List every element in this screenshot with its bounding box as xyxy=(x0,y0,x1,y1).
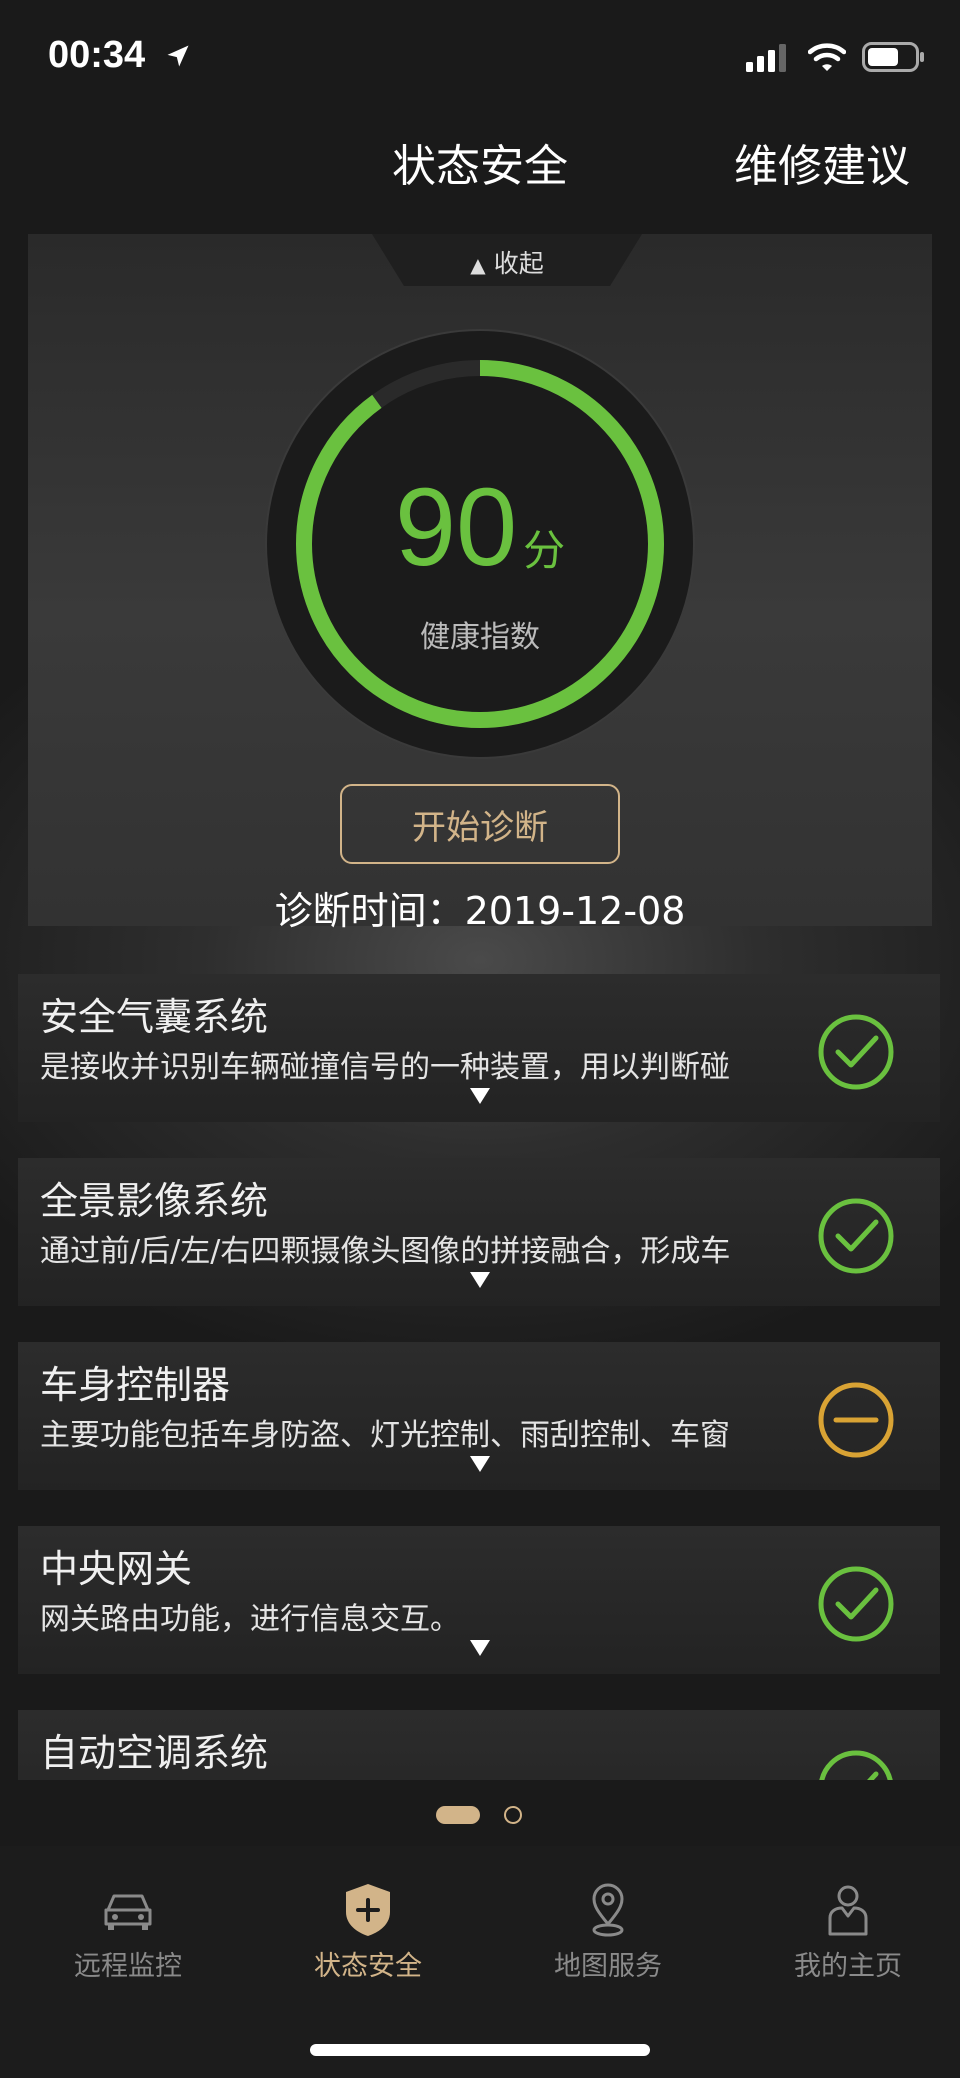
score-label: 健康指数 xyxy=(420,620,540,655)
map-pin-icon xyxy=(592,1883,624,1937)
system-item-gateway[interactable]: 中央网关 网关路由功能，进行信息交互。 xyxy=(18,1526,940,1674)
system-name: 全景影像系统 xyxy=(40,1179,269,1223)
expand-arrow-icon[interactable] xyxy=(470,1640,490,1656)
tab-label: 我的主页 xyxy=(794,1951,902,1982)
tab-map-service[interactable]: 地图服务 xyxy=(488,1880,728,1990)
system-name: 自动空调系统 xyxy=(40,1731,269,1775)
status-time: 00:34 xyxy=(48,34,146,76)
signal-icon xyxy=(746,44,786,72)
battery-icon xyxy=(862,42,924,72)
location-arrow-icon xyxy=(167,45,189,67)
app-screen: 00:34 状态安全 维修建议 ▲ 收起 90 分 健康指数 开始诊断 诊断时间… xyxy=(0,0,960,2078)
status-ok-icon xyxy=(818,1198,894,1274)
status-bar: 00:34 xyxy=(0,0,960,110)
page-indicator xyxy=(0,1800,960,1830)
status-ok-icon xyxy=(818,1566,894,1642)
system-item-climate[interactable]: 自动空调系统 xyxy=(18,1710,940,1780)
expand-arrow-icon[interactable] xyxy=(470,1088,490,1104)
score-unit: 分 xyxy=(523,527,566,574)
shield-plus-icon xyxy=(346,1884,390,1936)
system-list[interactable]: 安全气囊系统 是接收并识别车辆碰撞信号的一种装置，用以判断碰 全景影像系统 通过… xyxy=(0,960,960,1780)
tab-label: 地图服务 xyxy=(554,1951,662,1982)
score-value: 90 分 xyxy=(264,464,696,591)
wifi-icon xyxy=(808,43,846,71)
system-desc: 网关路由功能，进行信息交互。 xyxy=(40,1602,460,1637)
system-desc: 主要功能包括车身防盗、灯光控制、雨刮控制、车窗 xyxy=(40,1418,730,1453)
system-item-body-controller[interactable]: 车身控制器 主要功能包括车身防盗、灯光控制、雨刮控制、车窗 xyxy=(18,1342,940,1490)
page-dot[interactable] xyxy=(504,1806,522,1824)
system-desc: 是接收并识别车辆碰撞信号的一种装置，用以判断碰 xyxy=(40,1050,730,1085)
user-icon xyxy=(828,1885,868,1936)
diagnosis-time: 诊断时间：2019-12-08 xyxy=(274,889,686,933)
tab-my-home[interactable]: 我的主页 xyxy=(728,1880,960,1990)
collapse-label: ▲ 收起 xyxy=(372,244,642,280)
system-name: 中央网关 xyxy=(40,1547,193,1591)
status-warning-icon xyxy=(818,1382,894,1458)
system-item-panorama[interactable]: 全景影像系统 通过前/后/左/右四颗摄像头图像的拼接融合，形成车 xyxy=(18,1158,940,1306)
tab-label: 远程监控 xyxy=(74,1951,182,1982)
status-ok-icon xyxy=(819,1750,893,1780)
triangle-up-icon: ▲ xyxy=(470,253,486,277)
system-name: 车身控制器 xyxy=(40,1363,231,1407)
health-score-card: ▲ 收起 90 分 健康指数 开始诊断 诊断时间：2019-12-08 xyxy=(28,234,932,933)
score-number: 90 xyxy=(394,466,518,589)
expand-arrow-icon[interactable] xyxy=(470,1456,490,1472)
status-ok-icon xyxy=(818,1014,894,1090)
tab-status-safety[interactable]: 状态安全 xyxy=(248,1880,488,1990)
tab-remote-monitor[interactable]: 远程监控 xyxy=(8,1880,248,1990)
system-item-airbag[interactable]: 安全气囊系统 是接收并识别车辆碰撞信号的一种装置，用以判断碰 xyxy=(18,974,940,1122)
collapse-toggle[interactable]: ▲ 收起 xyxy=(372,234,642,286)
home-indicator[interactable] xyxy=(310,2044,650,2056)
page-dot-active[interactable] xyxy=(436,1806,480,1824)
status-indicators xyxy=(746,42,926,72)
tab-label: 状态安全 xyxy=(314,1951,422,1982)
start-diagnosis-button[interactable]: 开始诊断 xyxy=(340,784,620,864)
collapse-text: 收起 xyxy=(493,249,544,278)
system-name: 安全气囊系统 xyxy=(40,995,269,1039)
nav-header: 状态安全 维修建议 xyxy=(0,118,960,198)
system-desc: 通过前/后/左/右四颗摄像头图像的拼接融合，形成车 xyxy=(40,1234,731,1269)
repair-suggestion-link[interactable]: 维修建议 xyxy=(734,130,910,194)
car-icon xyxy=(104,1894,152,1930)
expand-arrow-icon[interactable] xyxy=(470,1272,490,1288)
